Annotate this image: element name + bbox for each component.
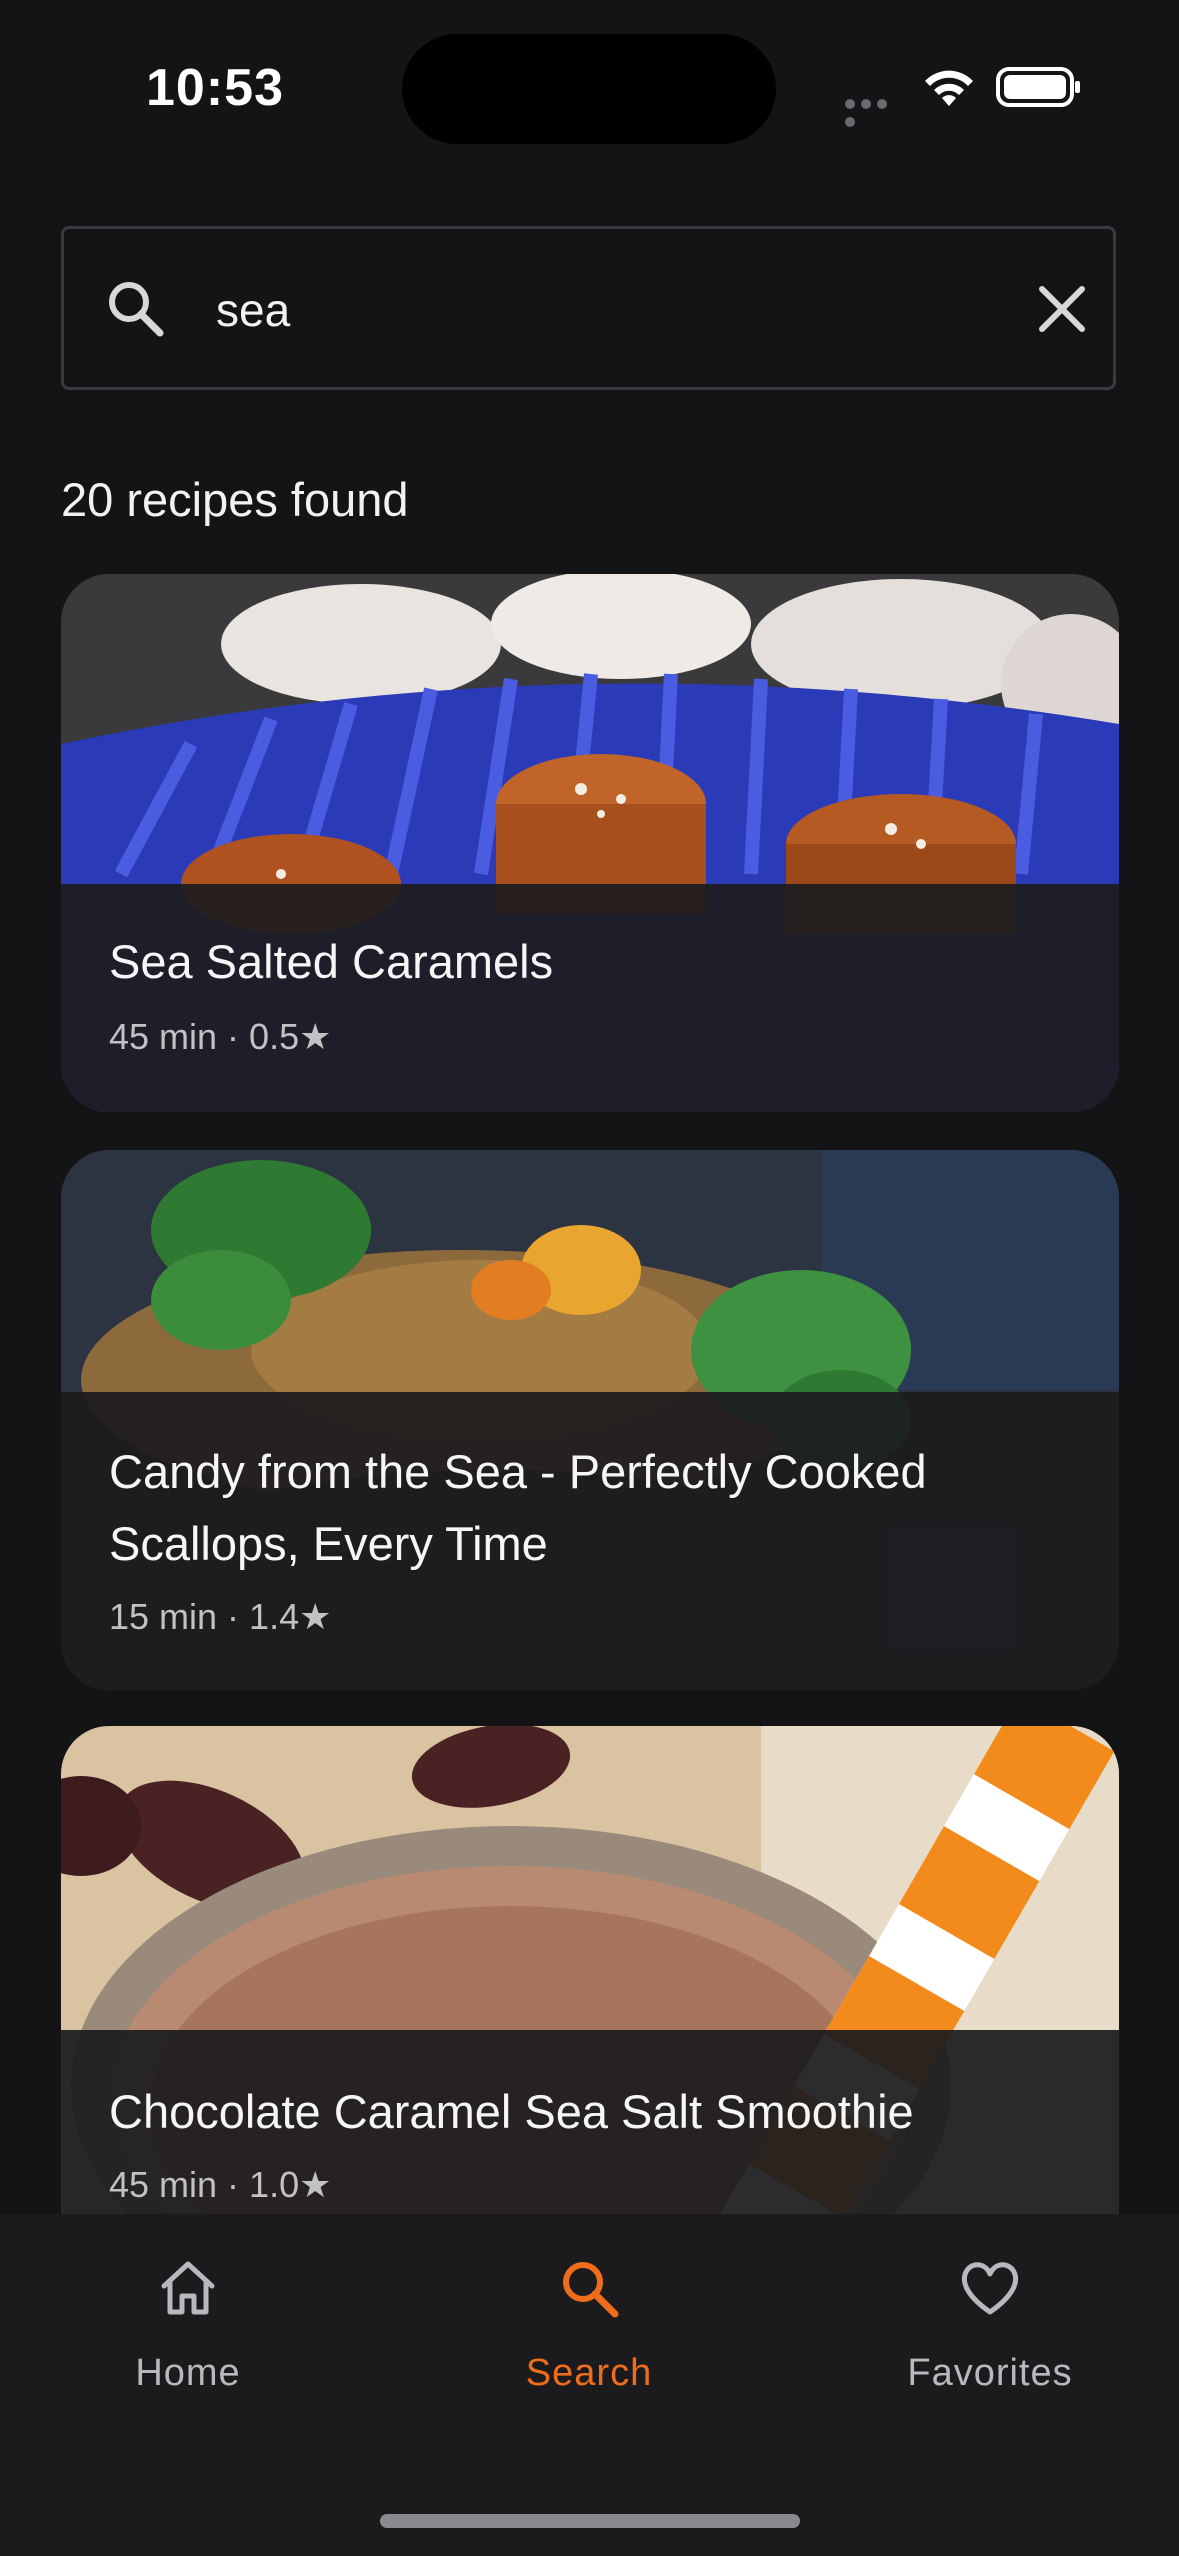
tab-home-label: Home	[135, 2352, 241, 2394]
recipe-meta: 45 min · 0.5★	[109, 1016, 332, 1057]
recipe-card[interactable]: Sea Salted Caramels 45 min · 0.5★	[61, 574, 1119, 1112]
tab-home[interactable]: Home	[38, 2254, 338, 2454]
tab-search-label: Search	[525, 2352, 653, 2394]
recipe-meta: 15 min · 1.4★	[109, 1596, 332, 1637]
cellular-signal-icon	[845, 96, 905, 127]
search-input[interactable]	[214, 259, 1038, 361]
bottom-tab-bar: Home Search Favorites	[0, 2214, 1179, 2556]
recipe-card-caption: Candy from the Sea - Perfectly Cooked Sc…	[61, 1392, 1119, 1690]
recipe-title: Sea Salted Caramels	[109, 935, 554, 988]
recipe-card-caption: Chocolate Caramel Sea Salt Smoothie 45 m…	[61, 2030, 1119, 2214]
status-time: 10:53	[146, 59, 284, 117]
search-bar[interactable]	[61, 226, 1116, 390]
battery-icon	[996, 67, 1080, 107]
tab-favorites[interactable]: Favorites	[840, 2254, 1140, 2454]
home-indicator[interactable]	[380, 2514, 800, 2528]
close-icon	[1039, 286, 1085, 332]
tab-search[interactable]: Search	[439, 2254, 739, 2454]
recipe-card-caption: Sea Salted Caramels 45 min · 0.5★	[61, 884, 1119, 1112]
recipe-card[interactable]: Candy from the Sea - Perfectly Cooked Sc…	[61, 1150, 1119, 1690]
clear-search-button[interactable]	[1024, 271, 1100, 347]
results-count: 20 recipes found	[61, 473, 409, 526]
home-icon	[161, 2261, 215, 2315]
recipe-card[interactable]: Chocolate Caramel Sea Salt Smoothie 45 m…	[61, 1726, 1119, 2214]
recipe-list[interactable]: Sea Salted Caramels 45 min · 0.5★ Candy …	[61, 574, 1119, 2214]
search-icon	[109, 282, 164, 337]
wifi-icon	[925, 70, 973, 106]
recipe-title: Candy from the Sea - Perfectly Cooked Sc…	[109, 1445, 927, 1570]
heart-icon	[961, 2262, 1019, 2315]
recipe-title: Chocolate Caramel Sea Salt Smoothie	[109, 2085, 914, 2138]
recipe-meta: 45 min · 1.0★	[109, 2164, 332, 2205]
status-bar: 10:53	[0, 0, 1179, 180]
tab-favorites-label: Favorites	[907, 2352, 1073, 2394]
search-icon	[563, 2262, 619, 2318]
dynamic-island	[402, 34, 776, 144]
